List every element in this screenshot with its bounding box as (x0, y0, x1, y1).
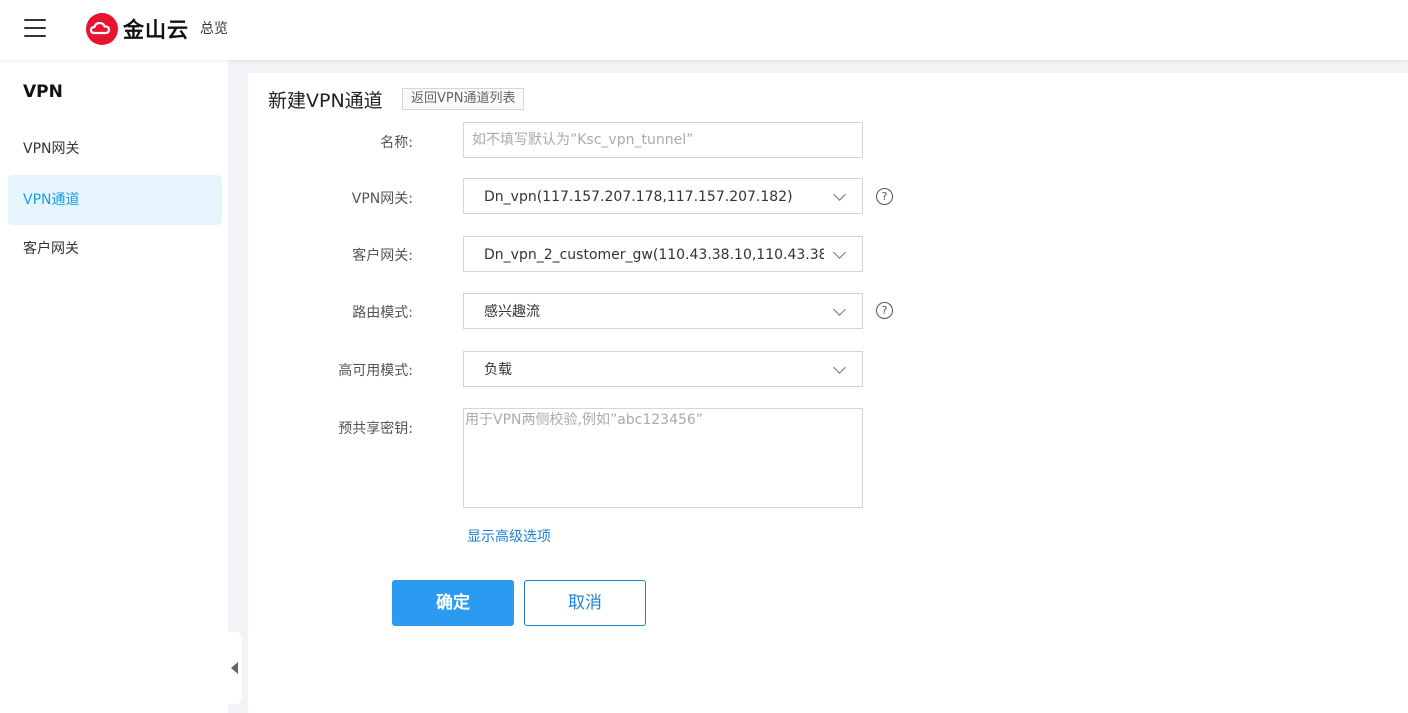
route-mode-label: 路由模式: (352, 305, 413, 321)
route-mode-value: 感兴趣流 (484, 304, 540, 320)
collapse-arrow-icon (230, 662, 238, 674)
chevron-down-icon (833, 188, 846, 201)
vpn-gateway-select[interactable]: Dn_vpn(117.157.207.178,117.157.207.182) (463, 178, 863, 214)
customer-gateway-value: Dn_vpn_2_customer_gw(110.43.38.10,110.43… (484, 247, 824, 263)
route-mode-select[interactable]: 感兴趣流 (463, 293, 863, 329)
route-mode-help-icon[interactable]: ? (876, 302, 893, 319)
back-to-list-link[interactable]: 返回VPN通道列表 (402, 88, 525, 110)
top-header: 金山云 总览 (0, 0, 1408, 60)
sidebar-item-customer-gateway[interactable]: 客户网关 (8, 224, 222, 274)
chevron-down-icon (833, 303, 846, 316)
name-input[interactable] (464, 123, 862, 157)
brand-logo[interactable]: 金山云 (85, 12, 189, 46)
chevron-down-icon (833, 361, 846, 374)
nav-overview-link[interactable]: 总览 (200, 18, 228, 38)
ha-mode-value: 负载 (484, 362, 512, 378)
brand-name: 金山云 (123, 18, 189, 42)
show-advanced-options-link[interactable]: 显示高级选项 (467, 526, 551, 546)
sidebar-item-vpn-tunnel[interactable]: VPN通道 (8, 175, 222, 225)
hamburger-menu-icon[interactable] (24, 19, 46, 39)
customer-gateway-label: 客户网关: (352, 248, 413, 264)
psk-label: 预共享密钥: (338, 421, 413, 437)
vpn-gateway-value: Dn_vpn(117.157.207.178,117.157.207.182) (484, 189, 793, 205)
psk-textarea[interactable] (464, 409, 862, 507)
confirm-button[interactable]: 确定 (392, 580, 514, 626)
psk-field (463, 408, 863, 508)
cancel-button[interactable]: 取消 (524, 580, 646, 626)
ha-mode-label: 高可用模式: (338, 363, 413, 379)
ha-mode-select[interactable]: 负载 (463, 351, 863, 387)
vpn-gateway-help-icon[interactable]: ? (876, 188, 893, 205)
page-title: 新建VPN通道 (268, 90, 383, 112)
chevron-down-icon (833, 246, 846, 259)
sidebar-item-vpn-gateway[interactable]: VPN网关 (8, 124, 222, 174)
sidebar-collapse-handle[interactable] (226, 632, 242, 704)
vpn-gateway-label: VPN网关: (351, 191, 413, 207)
main-panel: 新建VPN通道 返回VPN通道列表 名称: VPN网关: Dn_vpn(117.… (248, 73, 1408, 713)
sidebar-title: VPN (23, 82, 63, 102)
customer-gateway-select[interactable]: Dn_vpn_2_customer_gw(110.43.38.10,110.43… (463, 236, 863, 272)
name-field (463, 122, 863, 158)
sidebar: VPN VPN网关 VPN通道 客户网关 (0, 60, 228, 713)
name-label: 名称: (380, 135, 413, 151)
cloud-logo-icon (86, 13, 118, 45)
